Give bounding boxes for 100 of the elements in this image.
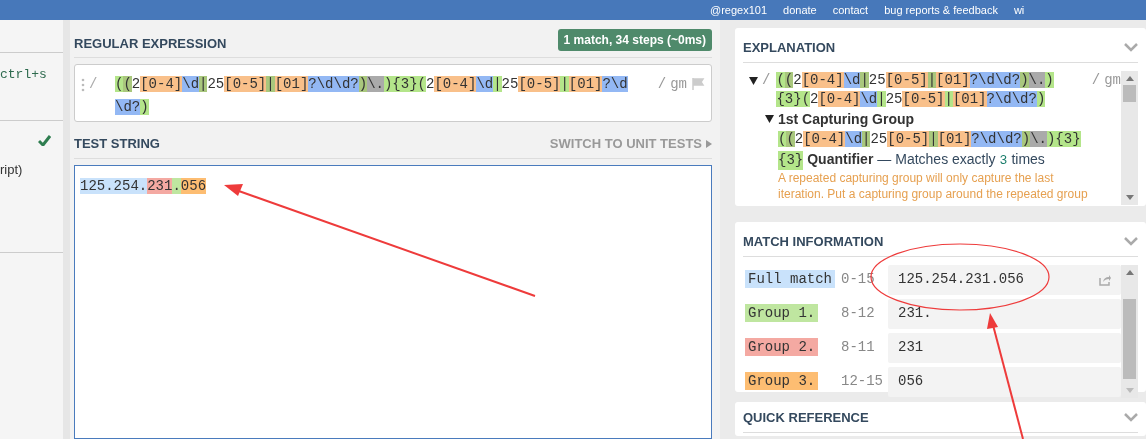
match-highlight: 056 bbox=[180, 177, 207, 194]
match-value-text: 125.254.231.056 bbox=[898, 270, 1025, 289]
nav-link[interactable]: @regex101 bbox=[710, 1, 768, 19]
regex-token: | bbox=[560, 76, 569, 92]
expand-icon bbox=[749, 76, 758, 85]
scrollbar-thumb[interactable] bbox=[1123, 298, 1136, 379]
regex-token: {3} bbox=[776, 90, 802, 107]
regex-token: ) bbox=[140, 99, 149, 115]
group-label: Group 3. bbox=[745, 372, 819, 390]
nav-link[interactable]: donate bbox=[783, 1, 817, 19]
regex-token: ) bbox=[358, 76, 368, 92]
regex-token: ( bbox=[417, 76, 426, 92]
regex-token: | bbox=[493, 76, 502, 92]
scroll-down-icon bbox=[1125, 387, 1134, 393]
regex-token: ) bbox=[1020, 71, 1029, 88]
scroll-up-icon bbox=[1125, 75, 1134, 81]
regex-token: 2 bbox=[793, 71, 802, 88]
regex-token: ?\d\d? bbox=[986, 90, 1037, 107]
regex-token: \d bbox=[182, 76, 200, 92]
regex-token: | bbox=[929, 130, 938, 147]
match-range: 12-15 bbox=[841, 372, 884, 391]
regex-token: ) bbox=[1021, 130, 1031, 147]
panel-title: REGULAR EXPRESSION bbox=[74, 34, 227, 53]
regex-token: \d bbox=[843, 71, 861, 88]
delimiter: / bbox=[89, 75, 98, 94]
panel-title: TEST STRING bbox=[74, 135, 160, 153]
group-label: Group 2. bbox=[745, 338, 819, 356]
regex-token: \d bbox=[860, 90, 878, 107]
group-label: Group 1. bbox=[745, 304, 819, 322]
regex-token: ( bbox=[778, 130, 787, 147]
scroll-down-icon bbox=[1125, 194, 1134, 200]
regex-flags[interactable]: gm bbox=[670, 73, 687, 96]
regex-token: [0-5] bbox=[224, 76, 267, 92]
regex-token: | bbox=[860, 71, 869, 88]
regex-token: ( bbox=[786, 130, 795, 147]
regex-token: ?\d\d? bbox=[969, 71, 1021, 88]
regex-token: [01] bbox=[952, 90, 987, 107]
match-value-text: 231 bbox=[898, 338, 924, 357]
regex-token: 25 bbox=[885, 90, 903, 107]
regex-token: 25 bbox=[870, 130, 888, 147]
regex-token: [01] bbox=[568, 76, 603, 92]
regex-token: [0-5] bbox=[902, 90, 945, 107]
regex-token: ( bbox=[123, 76, 132, 92]
panel-title: QUICK REFERENCE bbox=[743, 409, 869, 427]
regex-field[interactable]: / ((2[0-4]\d|25[0-5]|[01]?\d\d?)\.){3}(2[0-4]\d|25[0-5]|[01]?\d\d?) / gm bbox=[74, 64, 712, 122]
regex-token: ( bbox=[784, 71, 794, 88]
regex-token: ( bbox=[776, 71, 785, 88]
regex-token: [0-5] bbox=[518, 76, 561, 92]
switch-link[interactable]: SWITCH TO UNIT TESTS bbox=[549, 134, 712, 154]
group-title: 1st Capturing Group bbox=[778, 109, 916, 129]
regex-token: [0-5] bbox=[887, 130, 930, 147]
panel-title: MATCH INFORMATION bbox=[743, 233, 884, 251]
scrollbar[interactable] bbox=[1121, 70, 1138, 205]
scrollbar-thumb[interactable] bbox=[1123, 84, 1136, 102]
regex-token: ) bbox=[1046, 130, 1056, 147]
nav-link[interactable]: bug reports & feedback bbox=[884, 1, 998, 19]
regex-token: [0-4] bbox=[801, 71, 844, 88]
chevron-down-icon bbox=[1124, 237, 1138, 247]
caret-icon bbox=[706, 139, 712, 148]
explanation-note: A repeated capturing group will only capture the last iteration. Put a capturing group around the repeated group bbox=[778, 170, 1089, 202]
regex-token: 2 bbox=[425, 76, 435, 92]
regex-token: | bbox=[862, 130, 871, 147]
regex-token: ( bbox=[115, 76, 124, 92]
sidebar-item[interactable]: ript) bbox=[0, 160, 63, 252]
quantifier-count: 3 bbox=[999, 151, 1008, 170]
regex-token: \. bbox=[367, 76, 384, 92]
drag-handle-icon bbox=[81, 78, 85, 92]
regex-token: ) bbox=[1045, 71, 1054, 88]
panel-title: EXPLANATION bbox=[743, 39, 836, 57]
match-highlight: 231 bbox=[147, 177, 173, 194]
nav-link[interactable]: wi bbox=[1013, 1, 1025, 19]
match-value-text: 231. bbox=[898, 304, 932, 323]
group-label: Full match bbox=[745, 270, 835, 288]
chevron-down-icon bbox=[1124, 413, 1138, 423]
regex-token: | bbox=[199, 76, 208, 92]
match-highlight: 125.254. bbox=[80, 177, 148, 194]
regex-token: 25 bbox=[207, 76, 225, 92]
test-string-field[interactable]: 125.254.231.056 bbox=[74, 164, 712, 439]
regex-flags: gm bbox=[1104, 70, 1121, 90]
delimiter: / bbox=[762, 70, 771, 90]
regex-token: \. bbox=[1028, 71, 1046, 88]
regex-token: 2 bbox=[131, 76, 141, 92]
regex-token: ?\d\d? bbox=[971, 130, 1022, 147]
match-value-text: 056 bbox=[898, 372, 924, 391]
quantifier-text: — Matches exactly bbox=[877, 149, 996, 169]
match-range: 8-12 bbox=[841, 304, 876, 323]
regex-token: [0-4] bbox=[803, 130, 846, 147]
regex-token: | bbox=[877, 90, 886, 107]
regex-token: 25 bbox=[868, 71, 886, 88]
regex-token: 2 bbox=[810, 90, 819, 107]
regex-token: | bbox=[266, 76, 275, 92]
regex-token: {3} bbox=[392, 76, 418, 92]
regex-token: [01] bbox=[274, 76, 309, 92]
regex-token: [01] bbox=[937, 130, 972, 147]
delimiter: / bbox=[657, 75, 667, 94]
match-range: 8-11 bbox=[841, 338, 876, 357]
scroll-up-icon bbox=[1125, 269, 1134, 275]
regex-token: {3} bbox=[1055, 130, 1081, 147]
match-highlight: . bbox=[172, 177, 181, 194]
nav-link[interactable]: contact bbox=[832, 1, 869, 19]
